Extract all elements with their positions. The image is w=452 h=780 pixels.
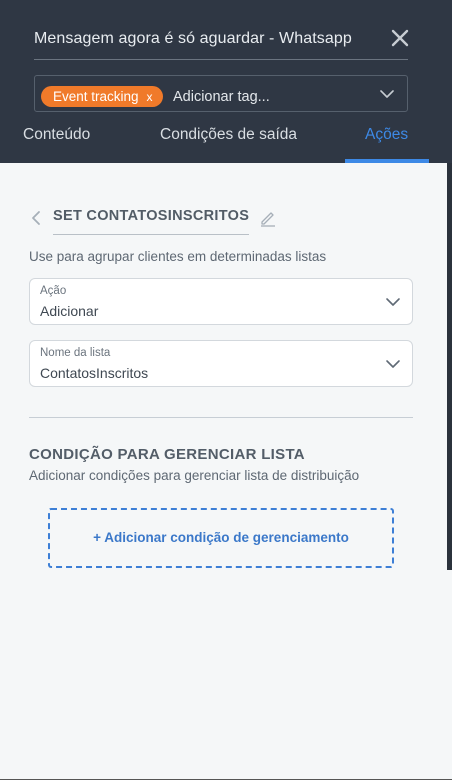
tag-input[interactable] [173, 88, 373, 106]
edit-button[interactable] [259, 209, 277, 227]
tag-remove-button[interactable]: x [147, 90, 153, 104]
action-description: Use para agrupar clientes em determinada… [29, 249, 327, 264]
acao-value: Adicionar [40, 303, 99, 319]
nome-da-lista-label: Nome da lista [40, 347, 111, 359]
nome-da-lista-select[interactable]: Nome da lista ContatosInscritos [29, 340, 413, 387]
nome-da-lista-value: ContatosInscritos [40, 365, 149, 381]
action-name[interactable]: SET CONTATOSINSCRITOS [53, 208, 249, 224]
pencil-icon [261, 212, 275, 227]
acao-label: Ação [40, 285, 67, 297]
chevron-down-icon [386, 298, 400, 306]
action-name-underline [53, 234, 249, 235]
chevron-left-icon [32, 211, 40, 225]
chevron-down-icon [386, 360, 400, 368]
tag-selector[interactable]: Event tracking x [34, 75, 408, 112]
condition-description: Adicionar condições para gerenciar lista… [29, 468, 360, 483]
panel-header: Mensagem agora é só aguardar - Whatsapp … [0, 0, 452, 163]
tab-condicoes-de-saida[interactable]: Condições de saída [160, 126, 297, 144]
tag-chip-label: Event tracking [53, 89, 139, 104]
add-condition-button[interactable]: + Adicionar condição de gerenciamento [48, 508, 394, 568]
close-button[interactable] [388, 26, 412, 50]
condition-title: CONDIÇÃO PARA GERENCIAR LISTA [29, 446, 305, 463]
chevron-down-icon[interactable] [379, 89, 395, 99]
acao-select[interactable]: Ação Adicionar [29, 278, 413, 325]
close-icon [391, 29, 409, 47]
tab-acoes[interactable]: Ações [365, 126, 408, 144]
tag-chip: Event tracking x [41, 86, 163, 107]
title-underline [34, 59, 408, 60]
scrollbar-track[interactable] [447, 163, 452, 570]
tab-conteudo[interactable]: Conteúdo [23, 126, 90, 144]
section-divider [29, 417, 413, 418]
page-title: Mensagem agora é só aguardar - Whatsapp [34, 30, 352, 47]
back-button[interactable] [30, 210, 42, 226]
